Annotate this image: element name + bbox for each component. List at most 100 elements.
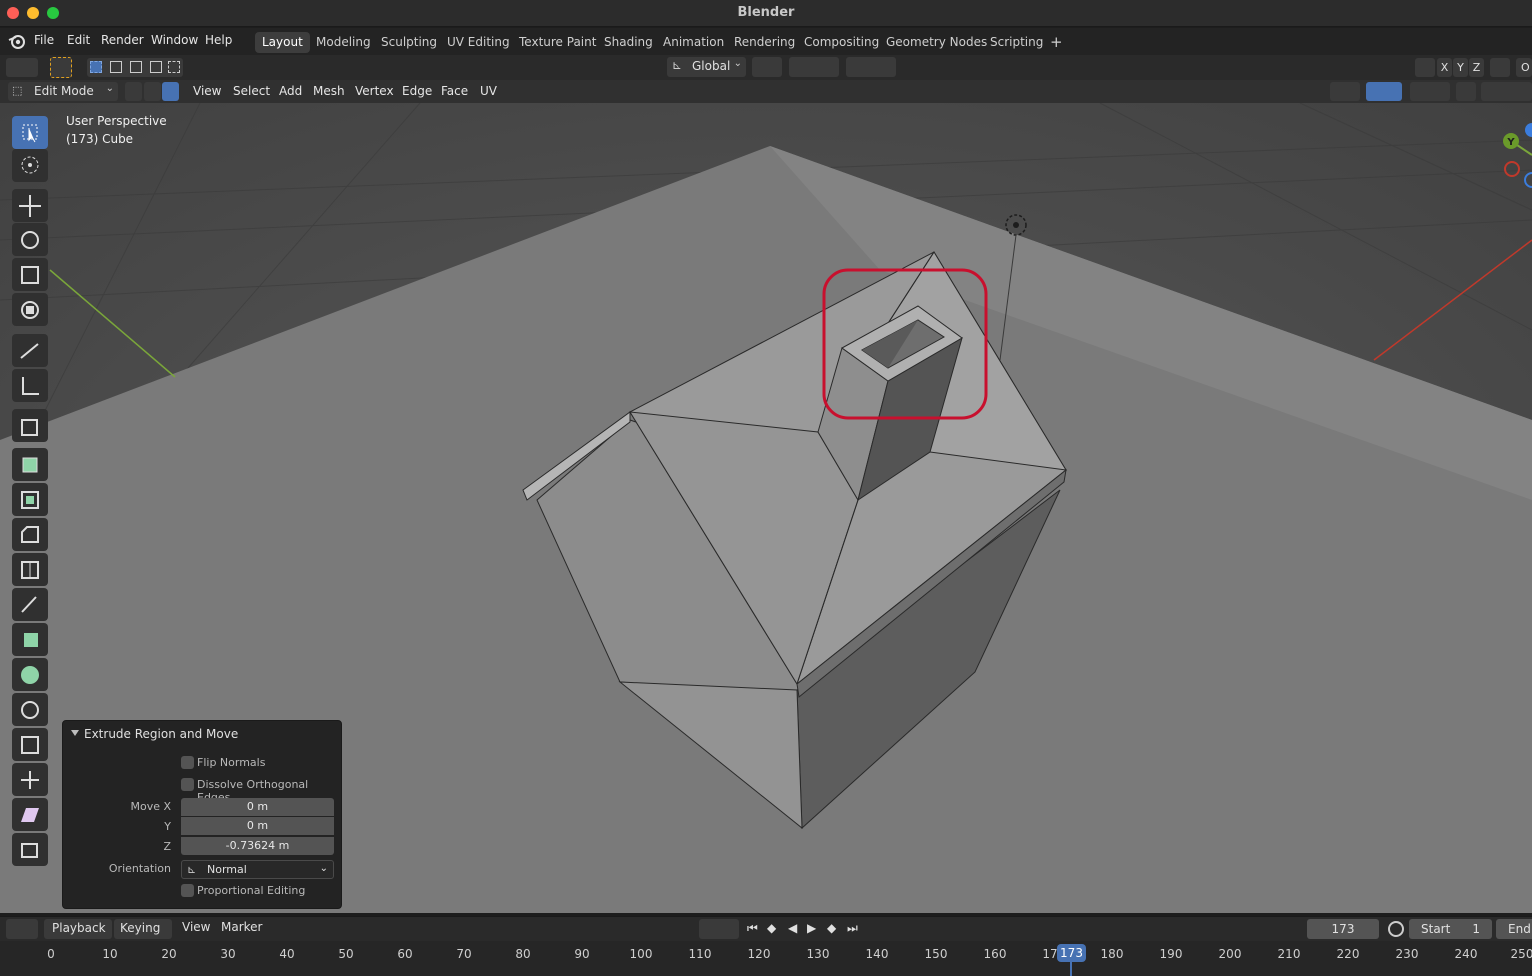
jump-start-icon[interactable]: ⏮: [747, 921, 758, 936]
keying-menu[interactable]: Keying: [114, 919, 172, 939]
move-y-field[interactable]: 0 m: [181, 817, 334, 835]
knife-tool-icon[interactable]: [12, 588, 48, 621]
jump-keyframe-forward-icon[interactable]: ◆: [827, 921, 836, 935]
tab-sculpting[interactable]: Sculpting: [374, 32, 444, 53]
editor-type-button[interactable]: [6, 58, 38, 77]
edge-slide-tool-icon[interactable]: [12, 728, 48, 761]
menu-face[interactable]: Face: [441, 84, 468, 98]
tab-animation[interactable]: Animation: [656, 32, 731, 53]
transform-tool-icon[interactable]: [12, 293, 48, 326]
active-tool-select-icon[interactable]: [50, 57, 72, 78]
menu-view[interactable]: View: [193, 84, 221, 98]
inset-faces-tool-icon[interactable]: [12, 483, 48, 516]
rip-region-tool-icon[interactable]: [12, 833, 48, 866]
timeline-marker-menu[interactable]: Marker: [221, 920, 262, 934]
tab-uv-editing[interactable]: UV Editing: [440, 32, 517, 53]
selection-mode-buttons[interactable]: [87, 58, 183, 77]
smooth-tool-icon[interactable]: [12, 693, 48, 726]
timeline-editor-type-button[interactable]: [6, 919, 38, 939]
mirror-icon[interactable]: [1415, 58, 1435, 77]
loop-cut-tool-icon[interactable]: [12, 553, 48, 586]
menu-help[interactable]: Help: [205, 33, 232, 47]
select-box-tool-icon[interactable]: [12, 116, 48, 149]
end-frame-field[interactable]: End: [1496, 919, 1532, 939]
collapse-arrow-icon[interactable]: [71, 730, 79, 736]
transform-orientation-dropdown[interactable]: ⊾ Global ⌄: [667, 57, 746, 77]
gizmo-toggle-icon[interactable]: [1366, 82, 1402, 101]
flip-normals-checkbox[interactable]: [181, 756, 194, 769]
rotate-tool-icon[interactable]: [12, 223, 48, 256]
normal-orientation-icon: ⊾: [187, 863, 197, 876]
vertex-select-mode-button[interactable]: [125, 82, 142, 101]
clock-icon[interactable]: [1388, 921, 1404, 937]
mirror-x-button[interactable]: X: [1437, 58, 1452, 77]
poly-build-tool-icon[interactable]: [12, 623, 48, 656]
menu-edge[interactable]: Edge: [402, 84, 432, 98]
tab-layout[interactable]: Layout: [255, 32, 310, 53]
pivot-point-dropdown[interactable]: [752, 57, 782, 77]
spin-tool-icon[interactable]: [12, 658, 48, 691]
play-reverse-icon[interactable]: ◀: [788, 921, 797, 935]
move-tool-icon[interactable]: [12, 189, 48, 222]
jump-keyframe-back-icon[interactable]: ◆: [767, 921, 776, 935]
auto-merge-icon[interactable]: [1490, 58, 1510, 77]
blender-logo-icon[interactable]: [8, 33, 26, 50]
bevel-tool-icon[interactable]: [12, 518, 48, 551]
menu-add[interactable]: Add: [279, 84, 302, 98]
menu-edit[interactable]: Edit: [67, 33, 90, 47]
menu-uv[interactable]: UV: [480, 84, 497, 98]
proportional-editing-checkbox[interactable]: [181, 884, 194, 897]
menu-window[interactable]: Window: [151, 33, 198, 47]
play-icon[interactable]: ▶: [807, 921, 816, 935]
tab-texture-paint[interactable]: Texture Paint: [512, 32, 603, 53]
mode-dropdown[interactable]: ⬚ Edit Mode ⌄: [8, 82, 118, 101]
start-frame-field[interactable]: Start 1: [1409, 919, 1492, 939]
snap-toggle-icon[interactable]: [789, 57, 839, 77]
shading-mode-buttons[interactable]: [1481, 82, 1532, 101]
options-button[interactable]: O: [1516, 58, 1532, 77]
shear-tool-icon[interactable]: [12, 798, 48, 831]
annotate-tool-icon[interactable]: [12, 334, 48, 367]
orientation-dropdown[interactable]: ⊾ Normal ⌄: [181, 860, 334, 879]
menu-vertex[interactable]: Vertex: [355, 84, 394, 98]
mirror-z-button[interactable]: Z: [1469, 58, 1484, 77]
cursor-tool-icon[interactable]: [12, 149, 48, 182]
overlay-toggle-icon[interactable]: [1410, 82, 1450, 101]
tab-scripting[interactable]: Scripting: [983, 32, 1050, 53]
tab-compositing[interactable]: Compositing: [797, 32, 886, 53]
current-frame-field[interactable]: 173: [1307, 919, 1379, 939]
menu-select[interactable]: Select: [233, 84, 270, 98]
jump-end-icon[interactable]: ⏭: [847, 921, 858, 936]
shrink-fatten-tool-icon[interactable]: [12, 763, 48, 796]
scale-tool-icon[interactable]: [12, 258, 48, 291]
gizmo-y-label: Y: [1506, 137, 1515, 148]
visibility-eye-icon[interactable]: [1330, 82, 1360, 101]
tab-shading[interactable]: Shading: [597, 32, 660, 53]
tab-modeling[interactable]: Modeling: [309, 32, 378, 53]
tab-geometry-nodes[interactable]: Geometry Nodes: [879, 32, 994, 53]
menu-mesh[interactable]: Mesh: [313, 84, 345, 98]
operator-panel-title[interactable]: Extrude Region and Move: [84, 727, 238, 741]
tab-rendering[interactable]: Rendering: [727, 32, 802, 53]
dissolve-edges-checkbox[interactable]: [181, 778, 194, 791]
playhead-indicator[interactable]: 173: [1057, 944, 1086, 962]
frame-tick: 90: [574, 947, 590, 961]
menu-file[interactable]: File: [34, 33, 54, 47]
playback-menu[interactable]: Playback: [44, 919, 112, 939]
timeline-ruler[interactable]: 0 10 20 30 40 50 60 70 80 90 100 110 120…: [0, 941, 1532, 976]
proportional-editing-icon[interactable]: [846, 57, 896, 77]
extrude-region-tool-icon[interactable]: [12, 448, 48, 481]
auto-keying-button[interactable]: [699, 919, 739, 939]
move-x-field[interactable]: 0 m: [181, 798, 334, 816]
xray-toggle-icon[interactable]: [1456, 82, 1476, 101]
edge-select-mode-button[interactable]: [144, 82, 161, 101]
move-z-field[interactable]: -0.73624 m: [181, 837, 334, 855]
measure-tool-icon[interactable]: [12, 369, 48, 402]
timeline-view-menu[interactable]: View: [182, 920, 210, 934]
frame-tick: 10: [102, 947, 118, 961]
menu-render[interactable]: Render: [101, 33, 144, 47]
mirror-y-button[interactable]: Y: [1453, 58, 1468, 77]
add-workspace-button[interactable]: +: [1043, 32, 1070, 53]
face-select-mode-button[interactable]: [162, 82, 179, 101]
add-cube-tool-icon[interactable]: [12, 409, 48, 442]
